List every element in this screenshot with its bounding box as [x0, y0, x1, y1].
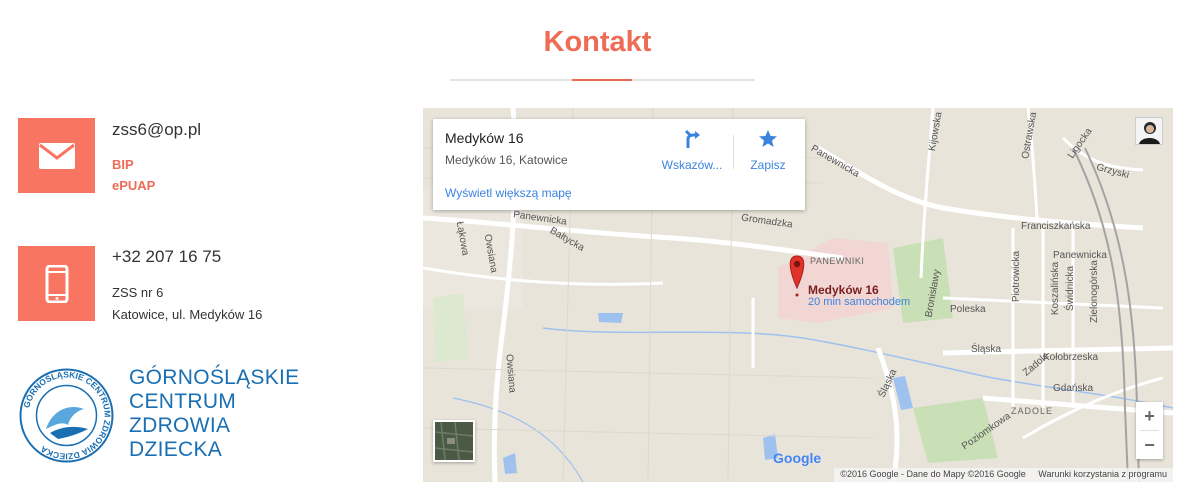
bip-link[interactable]: BIP	[112, 157, 134, 172]
directions-label: Wskazów...	[661, 158, 723, 172]
street-franciszkanska: Franciszkańska	[1021, 221, 1091, 232]
save-label: Zapisz	[750, 158, 786, 172]
phone-number[interactable]: +32 207 16 75	[112, 247, 221, 267]
envelope-icon	[38, 142, 75, 169]
email-address[interactable]: zss6@op.pl	[112, 120, 201, 140]
google-logo[interactable]: Google	[773, 450, 821, 466]
street-gdanska: Gdańska	[1053, 383, 1094, 394]
larger-map-link[interactable]: Wyświetl większą mapę	[445, 186, 572, 200]
star-icon	[759, 130, 777, 147]
street-slaska-1: Śląska	[971, 344, 1002, 355]
logo-line-1: GÓRNOŚLĄSKIE	[129, 366, 300, 389]
satellite-view-button[interactable]	[433, 420, 475, 462]
logo-line-2: CENTRUM	[129, 390, 237, 413]
place-info-card: Medyków 16 Medyków 16, Katowice Wyświetl…	[433, 119, 805, 210]
pin-label[interactable]: Medyków 16	[808, 283, 879, 297]
district-zadole: ZADOLE	[1011, 406, 1054, 416]
street-zielonogorska: Zielonogórska	[1088, 260, 1100, 323]
user-avatar-icon	[1136, 118, 1162, 144]
directions-button[interactable]: Wskazów...	[657, 129, 727, 172]
zoom-out-button[interactable]: −	[1136, 431, 1163, 459]
pin-travel-time[interactable]: 20 min samochodem	[808, 296, 910, 308]
logo-line-3: ZDROWIA	[129, 414, 231, 437]
phone-icon-box	[18, 246, 95, 321]
street-swidnicka: Świdnicka	[1065, 265, 1077, 312]
street-poleska: Poleska	[950, 304, 986, 315]
mobile-phone-icon	[45, 264, 68, 303]
section-title: Kontakt	[543, 26, 652, 58]
place-address: Medyków 16, Katowice	[445, 153, 568, 167]
satellite-thumbnail-icon	[434, 421, 474, 461]
save-button[interactable]: Zapisz	[733, 129, 803, 172]
zoom-in-button[interactable]: +	[1136, 402, 1163, 430]
google-logo-letters: Google	[773, 450, 822, 466]
street-piotrowicka: Piotrowicka	[1011, 250, 1023, 303]
zoom-control: + −	[1136, 402, 1163, 459]
directions-icon	[684, 129, 700, 148]
title-divider-accent	[572, 79, 632, 81]
street-koszalinska: Koszalińska	[1050, 261, 1062, 316]
contact-section: Kontakt zss6@op.pl BIP ePUAP +32 207 16 …	[0, 0, 1195, 499]
place-name: Medyków 16	[445, 130, 524, 146]
gczd-seal-logo[interactable]: GÓRNOŚLĄSKIE CENTRUM ZDROWIA DZIECKA	[18, 367, 115, 464]
district-panewniki: PANEWNIKI	[810, 256, 865, 266]
mail-icon-box	[18, 118, 95, 193]
logo-line-4: DZIECKA	[129, 438, 223, 461]
street-address: Katowice, ul. Medyków 16	[112, 307, 263, 322]
school-name: ZSS nr 6	[112, 285, 164, 300]
map-copyright: ©2016 Google - Dane do Mapy ©2016 Google	[840, 469, 1026, 479]
map-attribution: ©2016 Google - Dane do Mapy ©2016 Google…	[834, 468, 1173, 482]
embedded-map[interactable]: Łąkowa Owsiana Owsiana Panewnicka Bałtyc…	[423, 108, 1173, 482]
epuap-link[interactable]: ePUAP	[112, 178, 155, 193]
map-terms-link[interactable]: Warunki korzystania z programu	[1038, 469, 1167, 479]
user-avatar[interactable]	[1135, 117, 1163, 145]
